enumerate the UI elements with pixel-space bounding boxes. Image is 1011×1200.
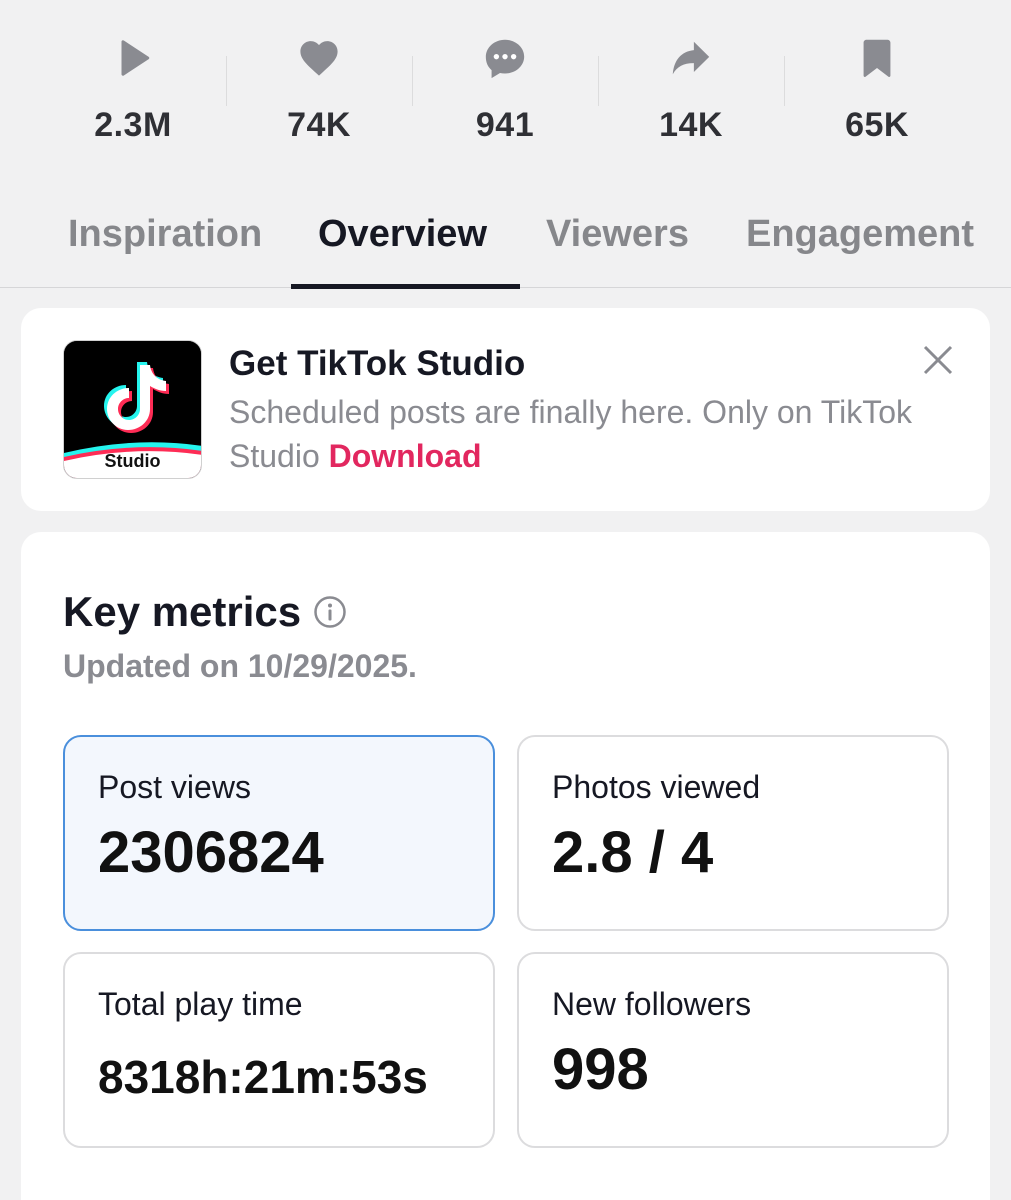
video-stats-row: 2.3M 74K 941 14K 65K [40,30,970,155]
metric-tile-total-play-time[interactable]: Total play time 8318h:21m:53s [63,952,495,1148]
stat-shares: 14K [598,30,784,155]
bookmark-icon [852,30,902,86]
metric-value: 998 [552,1037,649,1102]
metric-label: Total play time [98,986,303,1022]
tab-viewers[interactable]: Viewers [546,213,689,256]
stat-value: 65K [845,106,909,144]
stat-value: 74K [287,106,351,144]
video-analytics-page: 2.3M 74K 941 14K 65K Inspiration Overvie… [0,0,1011,1200]
key-metrics-card: Key metrics Updated on 10/29/2025. Post … [21,532,990,1200]
download-link[interactable]: Download [329,438,482,474]
stat-value: 941 [475,106,535,144]
tab-engagement[interactable]: Engagement [746,213,974,256]
metric-tile-photos-viewed[interactable]: Photos viewed 2.8 / 4 [517,735,949,931]
tab-inspiration[interactable]: Inspiration [68,213,262,256]
stat-likes: 74K [226,30,412,155]
key-metrics-title: Key metrics [63,588,302,635]
metric-tile-new-followers[interactable]: New followers 998 [517,952,949,1148]
heart-icon [294,30,344,86]
metric-label: Post views [98,769,251,805]
metric-tile-post-views[interactable]: Post views 2306824 [63,735,495,931]
close-icon[interactable] [920,342,956,378]
stat-value: 14K [659,106,723,144]
updated-date: Updated on 10/29/2025. [63,648,417,684]
stat-comments: 941 [412,30,598,155]
promo-text: Scheduled posts are finally here. Only o… [229,390,929,478]
share-icon [666,30,716,86]
stat-value: 2.3M [94,106,172,144]
metric-label: New followers [552,986,752,1022]
stat-plays: 2.3M [40,30,226,155]
active-tab-indicator [291,284,520,289]
tiktok-studio-app-icon[interactable]: Studio [63,340,202,479]
analytics-tabs: Inspiration Overview Viewers Engagement [0,205,1011,289]
stat-saves: 65K [784,30,970,155]
key-metrics-heading: Key metrics [63,588,347,636]
metric-value: 2.8 / 4 [552,820,714,885]
promo-title: Get TikTok Studio [229,344,526,383]
tiktok-studio-promo-card: Studio Get TikTok Studio Scheduled posts… [21,308,990,511]
comment-icon [480,30,530,86]
info-icon[interactable] [313,595,347,629]
app-icon-label: Studio [104,451,161,471]
metric-value: 8318h:21m:53s [98,1051,428,1103]
metric-label: Photos viewed [552,769,761,805]
play-icon [108,30,158,86]
metric-value: 2306824 [98,820,324,885]
tab-overview[interactable]: Overview [318,213,487,256]
